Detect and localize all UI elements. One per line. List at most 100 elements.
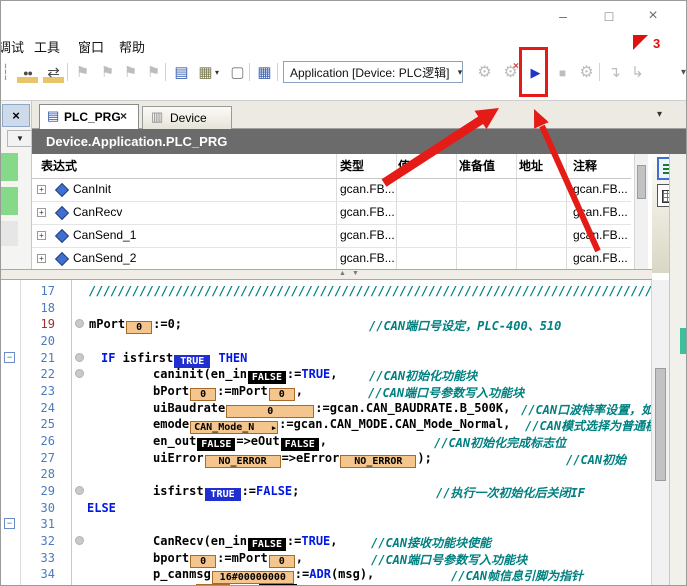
maximize-button[interactable]: □ bbox=[598, 7, 620, 25]
tab-overflow-icon[interactable]: ▾ bbox=[657, 109, 662, 120]
row-expander-icon[interactable]: + bbox=[37, 185, 46, 194]
monitor-true-box: TRUE bbox=[205, 488, 241, 501]
line-number: 24 bbox=[29, 401, 55, 415]
properties-icon[interactable]: ▤ bbox=[171, 63, 192, 83]
bookmark-icon[interactable]: ⚑ bbox=[72, 63, 93, 83]
code-text: en_outFALSE=>eOutFALSE, bbox=[153, 434, 327, 451]
column-header-comment: 注释 bbox=[573, 154, 597, 178]
active-application-combo[interactable]: Application [Device: PLC逻辑] bbox=[283, 61, 463, 83]
comment-text: ////////////////////////////////////////… bbox=[89, 284, 652, 298]
panel-close-button[interactable]: × bbox=[2, 104, 30, 127]
tab-plc-prg[interactable]: ▤ PLC_PRG × bbox=[39, 104, 139, 129]
device-status-green-icon bbox=[1, 153, 18, 181]
statement-bullet-icon bbox=[75, 319, 84, 328]
tab-close-icon[interactable]: × bbox=[120, 109, 127, 123]
code-text: CanRecv(en_inFALSE:=TRUE, bbox=[153, 534, 338, 551]
monitor-value-box: 0 bbox=[126, 321, 152, 334]
toolbar-separator bbox=[165, 63, 166, 81]
search-icon[interactable]: ●● bbox=[17, 63, 38, 83]
toolbar-overflow-icon[interactable]: ▾ bbox=[673, 63, 687, 83]
message-flag-count: 3 bbox=[653, 36, 660, 51]
ide-window: – □ × 调试 工具 窗口 帮助 3 ┆ ●● ⇄ ⚑ ⚑ ⚑ ⚑ ▤ ▦ ▾… bbox=[0, 0, 687, 586]
code-text: p_canmsg16#00000000:=ADR(msg), bbox=[153, 567, 374, 584]
pane-splitter[interactable] bbox=[1, 269, 652, 280]
splitter-down-icon[interactable]: ▼ bbox=[352, 270, 359, 277]
line-number: 27 bbox=[29, 451, 55, 465]
grid-line bbox=[456, 154, 457, 270]
monitor-enum-box[interactable]: CAN_Mode_N▶ bbox=[190, 421, 278, 434]
code-text: IF isfirstTRUE THEN bbox=[101, 351, 247, 368]
declaration-table: 表达式 类型 值 准备值 地址 注释 + CanInit gcan.FB... … bbox=[32, 154, 631, 270]
message-flag-icon[interactable] bbox=[633, 35, 648, 50]
monitor-value-box: 0 bbox=[190, 388, 216, 401]
code-text: uiErrorNO_ERROR=>eErrorNO_ERROR); bbox=[153, 451, 432, 468]
row-expander-icon[interactable]: + bbox=[37, 254, 46, 263]
monitor-value-box: 16#00000000 bbox=[212, 571, 294, 584]
pou-document-icon: ▤ bbox=[47, 108, 59, 124]
enum-expand-icon[interactable]: ▶ bbox=[272, 422, 276, 434]
code-text: emodeCAN_Mode_N▶:=gcan.CAN_MODE.CAN_Mode… bbox=[153, 417, 510, 434]
comment-text: //CAN初始化功能块 bbox=[369, 367, 477, 384]
menu-window[interactable]: 窗口 bbox=[78, 37, 104, 56]
line-number: 22 bbox=[29, 367, 55, 381]
line-number: 21 bbox=[29, 351, 55, 365]
expression-cell: CanInit bbox=[73, 178, 111, 201]
new-object-dropdown-icon[interactable]: ▾ bbox=[212, 63, 222, 83]
scrollbar-thumb[interactable] bbox=[637, 165, 646, 199]
replace-icon[interactable]: ⇄ bbox=[43, 63, 64, 83]
row-expander-icon[interactable]: + bbox=[37, 231, 46, 240]
device-status-green-icon bbox=[1, 187, 18, 215]
breakpoint-tools-icon[interactable]: ⚙ bbox=[576, 63, 597, 83]
bookmark-clear-icon[interactable]: ⚑ bbox=[143, 63, 164, 83]
step-into-icon[interactable]: ↳ bbox=[627, 63, 648, 83]
column-header-type: 类型 bbox=[340, 154, 364, 178]
minimize-button[interactable]: – bbox=[552, 7, 574, 25]
menu-tools[interactable]: 工具 bbox=[34, 37, 60, 56]
line-number: 31 bbox=[29, 517, 55, 531]
new-file-icon[interactable]: ▢ bbox=[227, 63, 248, 83]
variable-icon bbox=[55, 206, 69, 220]
right-edge-strip bbox=[669, 154, 687, 586]
line-number: 17 bbox=[29, 284, 55, 298]
menu-debug[interactable]: 调试 bbox=[0, 37, 24, 56]
step-over-icon[interactable]: ↴ bbox=[604, 63, 625, 83]
bookmark-previous-icon[interactable]: ⚑ bbox=[97, 63, 118, 83]
editor-scrollbar[interactable] bbox=[651, 280, 669, 586]
statement-bullet-icon bbox=[75, 369, 84, 378]
stop-icon[interactable]: ■ bbox=[552, 63, 573, 83]
login-icon[interactable]: ⚙ bbox=[474, 63, 495, 83]
statement-bullet-icon bbox=[75, 486, 84, 495]
panel-dropdown-button[interactable]: ▼ bbox=[7, 130, 33, 147]
code-text: caninit(en_inFALSE:=TRUE, bbox=[153, 367, 338, 384]
toolbar-separator bbox=[277, 63, 278, 81]
code-text: bPort0:=mPort0, bbox=[153, 384, 303, 401]
bookmark-next-icon[interactable]: ⚑ bbox=[120, 63, 141, 83]
device-document-icon: ▥ bbox=[151, 109, 163, 125]
row-expander-icon[interactable]: + bbox=[37, 208, 46, 217]
st-code-editor[interactable]: 17 //////////////////////////////////////… bbox=[1, 280, 652, 586]
comment-cell: gcan.FB... bbox=[573, 247, 628, 270]
scrollbar-thumb[interactable] bbox=[655, 368, 666, 481]
tab-device[interactable]: ▥ Device bbox=[142, 106, 232, 129]
comment-text: //CAN端口号参数写入功能块 bbox=[368, 384, 524, 401]
device-config-icon[interactable]: ▦ bbox=[254, 63, 275, 83]
menu-help[interactable]: 帮助 bbox=[119, 37, 145, 56]
comment-text: //执行一次初始化后关闭IF bbox=[436, 484, 585, 501]
column-header-prepared: 准备值 bbox=[459, 154, 495, 178]
close-button[interactable]: × bbox=[642, 7, 664, 25]
comment-text: //CAN初始化完成标志位 bbox=[434, 434, 566, 451]
column-header-value: 值 bbox=[398, 154, 410, 178]
toolbar-separator bbox=[599, 63, 600, 81]
splitter-up-icon[interactable]: ▲ bbox=[339, 270, 346, 277]
fold-marker-icon[interactable]: − bbox=[4, 518, 15, 529]
grid-line bbox=[566, 154, 567, 270]
comment-text: //CAN帧信息引脚为指针 bbox=[451, 567, 583, 584]
grid-line bbox=[336, 154, 337, 270]
comment-cell: gcan.FB... bbox=[573, 201, 628, 224]
annotation-highlight-box bbox=[519, 47, 548, 97]
fold-marker-icon[interactable]: − bbox=[4, 352, 15, 363]
combo-dropdown-icon[interactable]: ▾ bbox=[453, 61, 467, 83]
type-cell: gcan.FB... bbox=[340, 201, 395, 224]
line-number: 19 bbox=[29, 317, 55, 331]
table-scrollbar[interactable] bbox=[634, 154, 648, 270]
